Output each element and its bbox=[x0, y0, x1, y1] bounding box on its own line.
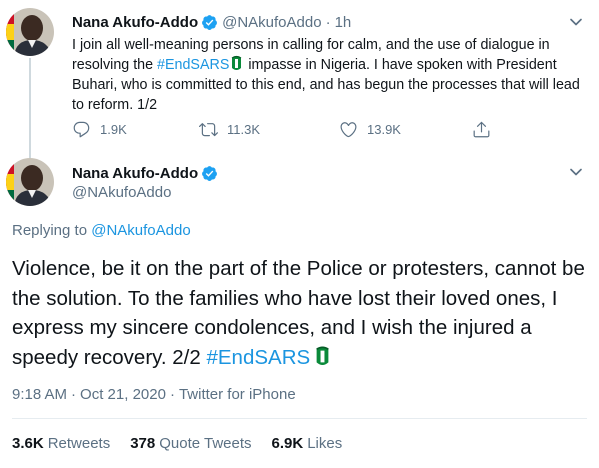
divider bbox=[12, 418, 587, 419]
verified-badge-icon bbox=[201, 165, 218, 182]
tweet-text: Violence, be it on the part of the Polic… bbox=[12, 254, 592, 372]
nigeria-flag-emoji bbox=[314, 345, 331, 368]
author-name[interactable]: Nana Akufo-Addo bbox=[72, 165, 198, 182]
quote-tweets-stat[interactable]: 378 Quote Tweets bbox=[130, 435, 251, 452]
retweets-label: Retweets bbox=[47, 435, 111, 452]
author-handle[interactable]: @NAkufoAddo bbox=[72, 184, 171, 201]
tweet-text: I join all well-meaning persons in calli… bbox=[72, 35, 592, 115]
likes-label: Likes bbox=[307, 435, 343, 452]
tweet-1[interactable]: Nana Akufo-Addo @NAkufoAddo · 1h I join … bbox=[0, 0, 599, 158]
reply-icon bbox=[73, 121, 90, 137]
avatar[interactable] bbox=[6, 158, 54, 206]
share-button[interactable] bbox=[472, 118, 500, 140]
hashtag-link[interactable]: #EndSARS bbox=[206, 346, 310, 369]
reply-count: 1.9K bbox=[100, 121, 127, 137]
hashtag-link[interactable]: #EndSARS bbox=[157, 57, 229, 73]
retweets-stat[interactable]: 3.6K Retweets bbox=[12, 435, 110, 452]
quote-count: 378 bbox=[130, 435, 156, 452]
retweet-count: 11.3K bbox=[227, 121, 261, 137]
retweet-icon bbox=[199, 122, 218, 136]
avatar[interactable] bbox=[6, 8, 54, 56]
replying-to: Replying to @NAkufoAddo bbox=[12, 222, 191, 239]
nigeria-flag-emoji bbox=[230, 55, 243, 72]
retweet-button[interactable]: 11.3K bbox=[199, 118, 260, 140]
like-count: 13.9K bbox=[367, 121, 401, 137]
tweet-source[interactable]: Twitter for iPhone bbox=[179, 386, 296, 403]
share-icon bbox=[473, 121, 490, 137]
author-handle[interactable]: @NAkufoAddo bbox=[222, 14, 321, 31]
quote-label: Quote Tweets bbox=[159, 435, 252, 452]
verified-badge-icon bbox=[201, 14, 218, 31]
reply-button[interactable]: 1.9K bbox=[72, 118, 127, 140]
likes-count: 6.9K bbox=[271, 435, 304, 452]
tweet-date[interactable]: Oct 21, 2020 bbox=[80, 386, 166, 403]
separator-dot: · bbox=[325, 13, 331, 31]
heart-icon bbox=[340, 121, 357, 137]
like-button[interactable]: 13.9K bbox=[339, 118, 401, 140]
tweet-metadata: 9:18 AM · Oct 21, 2020 · Twitter for iPhone bbox=[12, 386, 296, 403]
chevron-down-icon[interactable] bbox=[566, 162, 586, 182]
separator-dot: · bbox=[71, 386, 77, 403]
retweets-count: 3.6K bbox=[12, 435, 44, 452]
separator-dot: · bbox=[169, 386, 175, 403]
likes-stat[interactable]: 6.9K Likes bbox=[272, 435, 343, 452]
timestamp[interactable]: 1h bbox=[335, 14, 352, 31]
chevron-down-icon[interactable] bbox=[566, 12, 586, 32]
engagement-stats: 3.6K Retweets 378 Quote Tweets 6.9K Likes bbox=[12, 435, 362, 452]
author-name[interactable]: Nana Akufo-Addo bbox=[72, 14, 198, 31]
tweet-time[interactable]: 9:18 AM bbox=[12, 386, 67, 403]
thread-connector-line bbox=[29, 58, 31, 158]
tweet-actions: 1.9K 11.3K 13.9K bbox=[72, 118, 512, 140]
replying-to-handle-link[interactable]: @NAkufoAddo bbox=[91, 222, 190, 239]
replying-to-label: Replying to bbox=[12, 222, 92, 239]
